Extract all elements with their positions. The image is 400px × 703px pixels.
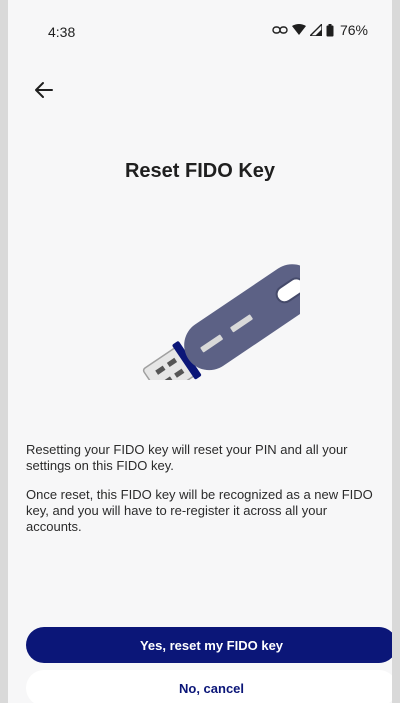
battery-percent: 76% (339, 22, 368, 38)
cancel-button[interactable]: No, cancel (26, 670, 392, 703)
confirm-reset-button[interactable]: Yes, reset my FIDO key (26, 627, 392, 663)
screen: 4:38 76% Reset FIDO Key Resetting your F… (8, 0, 392, 703)
page-title: Reset FIDO Key (124, 160, 276, 182)
wifi-icon (291, 24, 306, 36)
status-bar: 4:38 76% (8, 0, 392, 60)
arrow-left-icon (34, 81, 54, 104)
description-paragraph-2: Once reset, this FIDO key will be recogn… (26, 487, 373, 534)
usb-security-key-icon (130, 245, 318, 398)
signal-icon (309, 24, 322, 36)
battery-icon (326, 23, 334, 37)
back-button[interactable] (24, 72, 64, 112)
link-icon (272, 25, 288, 35)
description: Resetting your FIDO key will reset your … (26, 442, 386, 548)
description-paragraph-1: Resetting your FIDO key will reset your … (26, 442, 348, 473)
status-time: 4:38 (48, 24, 76, 40)
status-icons: 76% (272, 22, 368, 38)
